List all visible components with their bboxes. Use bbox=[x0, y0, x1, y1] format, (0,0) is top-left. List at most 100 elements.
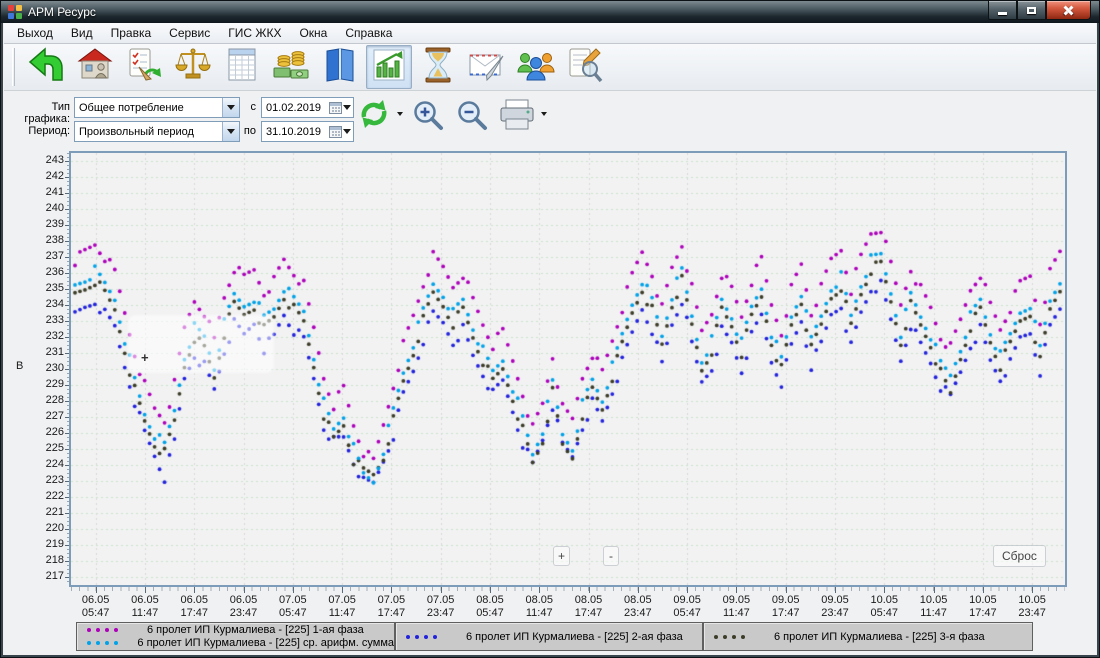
minimize-icon bbox=[998, 12, 1007, 15]
x-tick-mark bbox=[638, 587, 639, 593]
y-tick-label: 222 bbox=[38, 490, 64, 502]
date-to-dropdown-icon[interactable] bbox=[343, 129, 351, 134]
menu-item-7[interactable]: Справка bbox=[336, 24, 401, 42]
y-tick-label: 217 bbox=[38, 570, 64, 582]
period-select[interactable]: Произвольный период bbox=[74, 121, 240, 142]
inspect-icon bbox=[566, 46, 604, 89]
zoom-out-button[interactable] bbox=[454, 97, 490, 133]
legend-label: 6 пролет ИП Курмалиева - [225] ср. арифм… bbox=[137, 637, 394, 649]
users-icon bbox=[516, 46, 556, 89]
y-tick-label: 231 bbox=[38, 346, 64, 358]
y-tick-label: 229 bbox=[38, 378, 64, 390]
legend-marker-dots bbox=[87, 641, 119, 645]
menu-item-3[interactable]: Правка bbox=[102, 24, 161, 42]
x-tick-mark bbox=[539, 587, 540, 593]
y-tick-label: 243 bbox=[38, 154, 64, 166]
refresh-dropdown-icon[interactable] bbox=[397, 109, 407, 119]
zoom-in-button[interactable] bbox=[410, 97, 446, 133]
y-tick-label: 227 bbox=[38, 410, 64, 422]
journal-icon bbox=[125, 46, 163, 89]
toolbar-inspect-button[interactable] bbox=[562, 45, 608, 89]
x-tick-mark bbox=[391, 587, 392, 593]
toolbar-money-button[interactable] bbox=[268, 45, 314, 89]
x-tick-mark bbox=[293, 587, 294, 593]
chart-reset-button[interactable]: Сброс bbox=[993, 545, 1046, 567]
date-from-field[interactable]: 01.02.2019 bbox=[261, 97, 354, 118]
money-icon bbox=[271, 46, 311, 89]
date-from-dropdown-icon[interactable] bbox=[343, 105, 351, 110]
close-button[interactable] bbox=[1046, 1, 1091, 20]
x-tick-mark bbox=[589, 587, 590, 593]
y-tick-label: 225 bbox=[38, 442, 64, 454]
y-tick-label: 238 bbox=[38, 234, 64, 246]
y-tick-label: 239 bbox=[38, 218, 64, 230]
x-tick-mark bbox=[194, 587, 195, 593]
legend-label: 6 пролет ИП Курмалиева - [225] 1-ая фаза bbox=[147, 624, 364, 636]
chart-legend: 6 пролет ИП Курмалиева - [225] 1-ая фаза… bbox=[4, 622, 1096, 652]
chart-area: В 24324224124023923823723623523423323223… bbox=[4, 148, 1096, 654]
toolbar-book-button[interactable] bbox=[317, 45, 363, 89]
x-tick-mark bbox=[244, 587, 245, 593]
toolbar-table-button[interactable] bbox=[219, 45, 265, 89]
zoom-out-icon bbox=[455, 98, 489, 132]
plot-frame: + + - Сброс bbox=[69, 151, 1067, 587]
refresh-button[interactable] bbox=[356, 96, 392, 132]
title-bar[interactable]: АРМ Ресурс bbox=[1, 1, 1099, 23]
menu-item-4[interactable]: Сервис bbox=[160, 24, 219, 42]
menu-item-1[interactable]: Выход bbox=[8, 24, 62, 42]
table-icon bbox=[224, 46, 260, 89]
y-tick-label: 242 bbox=[38, 170, 64, 182]
chart-icon bbox=[371, 47, 407, 88]
legend-entry: 6 пролет ИП Курмалиева - [225] 3-я фаза bbox=[704, 623, 1032, 650]
x-tick-label: 07.0523:47 bbox=[413, 594, 469, 620]
back-icon bbox=[25, 46, 67, 89]
date-to-field[interactable]: 31.10.2019 bbox=[261, 121, 354, 142]
calendar-icon[interactable] bbox=[329, 125, 342, 138]
y-tick-label: 240 bbox=[38, 202, 64, 214]
toolbar bbox=[4, 44, 1096, 91]
menu-item-5[interactable]: ГИС ЖКХ bbox=[219, 24, 290, 42]
toolbar-balance-button[interactable] bbox=[170, 45, 216, 89]
print-button[interactable] bbox=[496, 96, 538, 134]
maximize-button[interactable] bbox=[1017, 1, 1046, 20]
y-tick-label: 226 bbox=[38, 426, 64, 438]
x-tick-label: 08.0523:47 bbox=[610, 594, 666, 620]
toolbar-journal-button[interactable] bbox=[121, 45, 167, 89]
toolbar-home-button[interactable] bbox=[72, 45, 118, 89]
toolbar-users-button[interactable] bbox=[513, 45, 559, 89]
chart-type-label: Тип графика: bbox=[6, 101, 70, 125]
tooltip-ghost bbox=[128, 315, 274, 373]
toolbar-chart-button[interactable] bbox=[366, 45, 412, 89]
menu-item-6[interactable]: Окна bbox=[290, 24, 336, 42]
x-tick-mark bbox=[884, 587, 885, 593]
menu-item-2[interactable]: Вид bbox=[62, 24, 102, 42]
printer-icon bbox=[497, 97, 537, 133]
chart-type-select[interactable]: Общее потребление bbox=[74, 97, 240, 118]
app-icon bbox=[7, 4, 23, 20]
print-dropdown-icon[interactable] bbox=[541, 109, 551, 119]
x-tick-label: 09.0517:47 bbox=[758, 594, 814, 620]
x-tick-mark bbox=[96, 587, 97, 593]
period-dropdown-icon[interactable] bbox=[222, 122, 239, 141]
toolbar-letter-button[interactable] bbox=[464, 45, 510, 89]
toolbar-back-button[interactable] bbox=[23, 45, 69, 89]
x-tick-label: 10.0505:47 bbox=[856, 594, 912, 620]
hourglass-icon bbox=[423, 46, 453, 89]
y-tick-label: 236 bbox=[38, 266, 64, 278]
chart-type-dropdown-icon[interactable] bbox=[222, 98, 239, 117]
x-tick-label: 06.0505:47 bbox=[68, 594, 124, 620]
x-tick-label: 07.0511:47 bbox=[314, 594, 370, 620]
chart-zoom-in-button[interactable]: + bbox=[553, 546, 570, 566]
y-axis-title: В bbox=[16, 360, 23, 372]
chart-type-value: Общее потребление bbox=[79, 102, 222, 114]
calendar-icon[interactable] bbox=[329, 101, 342, 114]
chart-zoom-out-button[interactable]: - bbox=[603, 546, 619, 566]
balance-icon bbox=[174, 46, 212, 89]
toolbar-hourglass-button[interactable] bbox=[415, 45, 461, 89]
x-tick-mark bbox=[934, 587, 935, 593]
legend-panel-3: 6 пролет ИП Курмалиева - [225] 3-я фаза bbox=[703, 622, 1033, 651]
period-value: Произвольный период bbox=[79, 126, 222, 138]
y-tick-label: 220 bbox=[38, 522, 64, 534]
minimize-button[interactable] bbox=[988, 1, 1017, 20]
x-tick-mark bbox=[490, 587, 491, 593]
